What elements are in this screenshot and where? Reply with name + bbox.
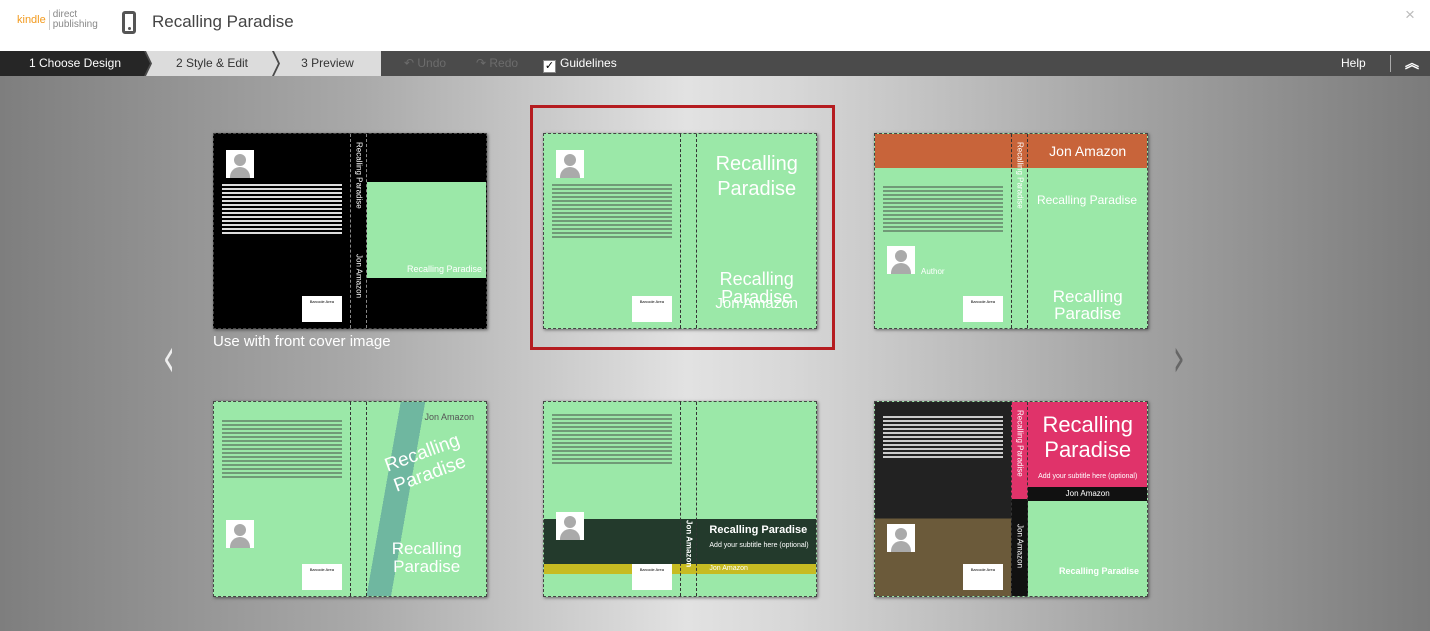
- design-gallery: ‹ › Barcode Area Recalling Paradise Jon A…: [0, 76, 1430, 631]
- front-cover: Recalling Paradise Recalling Paradise Jo…: [697, 134, 816, 328]
- cover-design-4[interactable]: Barcode Area Recalling Paradise Recallin…: [213, 401, 487, 597]
- redo-icon: ↷: [476, 56, 490, 70]
- front-author: Jon Amazon: [424, 412, 474, 422]
- back-cover: Barcode Area: [875, 402, 1011, 596]
- cover-design-1[interactable]: Barcode Area Recalling Paradise Jon Amazo…: [213, 133, 487, 329]
- spine: Jon Amazon: [679, 402, 698, 596]
- cover-design-3[interactable]: Author Barcode Area Recalling Paradise J…: [874, 133, 1148, 329]
- back-cover: Barcode Area: [214, 402, 350, 596]
- guidelines-checkbox[interactable]: ✓ Guidelines: [543, 51, 617, 76]
- back-text: [222, 418, 342, 480]
- back-cover: Barcode Area: [544, 402, 680, 596]
- checkbox-checked-icon: ✓: [543, 60, 556, 73]
- undo-button[interactable]: ↶ Undo: [404, 51, 446, 76]
- close-icon[interactable]: ×: [1405, 5, 1415, 25]
- prev-arrow-icon[interactable]: ‹: [163, 326, 175, 389]
- step-style-edit[interactable]: 2 Style & Edit: [146, 51, 278, 76]
- barcode-area: Barcode Area: [631, 564, 672, 590]
- barcode-area: Barcode Area: [962, 564, 1003, 590]
- app-header: kindle direct publishing Recalling Paradi…: [0, 0, 1430, 50]
- front-title-lower: Recalling Paradise: [1052, 287, 1123, 323]
- front-image-area: Recalling Paradise: [367, 182, 486, 278]
- spine: [349, 402, 368, 596]
- back-text: [552, 412, 672, 466]
- front-author: Jon Amazon: [709, 565, 748, 572]
- front-author: Jon Amazon: [1065, 489, 1110, 498]
- front-subtitle: Add your subtitle here (optional): [709, 542, 809, 549]
- back-cover: Barcode Area: [214, 134, 350, 328]
- front-author: Jon Amazon: [1049, 143, 1127, 159]
- device-phone-icon: [122, 11, 136, 34]
- spine-title: Recalling Paradise: [1015, 142, 1025, 209]
- spine: [679, 134, 698, 328]
- back-text: [883, 414, 1003, 460]
- barcode-area: Barcode Area: [301, 296, 342, 322]
- help-link[interactable]: Help: [1341, 51, 1366, 76]
- back-text: [552, 182, 672, 240]
- spine: Recalling Paradise: [1010, 134, 1029, 328]
- author-photo-placeholder: [226, 520, 254, 548]
- spine-author: Jon Amazon: [354, 254, 364, 299]
- kdp-logo: kindle direct publishing: [17, 10, 98, 30]
- undo-label: Undo: [417, 56, 447, 70]
- front-title: Recalling Paradise: [715, 153, 798, 200]
- undo-icon: ↶: [404, 56, 418, 70]
- spine-author: Jon Amazon: [1015, 524, 1025, 569]
- guidelines-label: Guidelines: [560, 56, 617, 70]
- logo-publishing: publishing: [52, 19, 98, 30]
- front-cover: Recalling Paradise Recalling Paradise Jo…: [367, 402, 486, 596]
- step-choose-design[interactable]: 1 Choose Design: [0, 51, 150, 76]
- front-title: Recalling Paradise: [1036, 193, 1137, 207]
- cover-design-6[interactable]: Barcode Area Recalling Paradise Jon Amazo…: [874, 401, 1148, 597]
- author-photo-placeholder: [887, 524, 915, 552]
- author-photo-placeholder: [887, 246, 915, 274]
- author-photo-placeholder: [226, 150, 254, 178]
- spine: Recalling Paradise Jon Amazon: [349, 134, 368, 328]
- book-title: Recalling Paradise: [152, 12, 294, 31]
- toolbar-divider: [1390, 55, 1391, 72]
- front-cover: Recalling Paradise: [367, 134, 486, 328]
- toolbar: 1 Choose Design 2 Style & Edit 3 Preview…: [0, 51, 1430, 76]
- spine-title: Recalling Paradise: [1015, 410, 1025, 477]
- orange-band: [875, 134, 1011, 168]
- logo-kindle: kindle: [17, 14, 46, 26]
- step-preview[interactable]: 3 Preview: [274, 51, 381, 76]
- front-title: Recalling Paradise: [406, 264, 482, 274]
- spine: Recalling Paradise Jon Amazon: [1010, 402, 1029, 596]
- back-cover: Barcode Area: [544, 134, 680, 328]
- barcode-area: Barcode Area: [301, 564, 342, 590]
- collapse-chevron-up-icon[interactable]: ︽: [1405, 51, 1419, 76]
- front-title: Recalling Paradise: [382, 429, 470, 497]
- author-photo-placeholder: [556, 512, 584, 540]
- front-cover: Recalling Paradise Add your subtitle her…: [1028, 402, 1147, 596]
- spine-author: Jon Amazon: [684, 520, 694, 568]
- redo-button[interactable]: ↷ Redo: [476, 51, 518, 76]
- spine-title: Recalling Paradise: [354, 142, 364, 209]
- front-title: Recalling Paradise: [1042, 412, 1133, 462]
- front-cover: Jon Amazon Recalling Paradise Recalling …: [1028, 134, 1147, 328]
- front-author: Jon Amazon: [715, 295, 798, 312]
- design-caption: Use with front cover image: [213, 333, 391, 350]
- front-title-lower: Recalling Paradise: [1058, 566, 1139, 576]
- next-arrow-icon[interactable]: ›: [1173, 326, 1185, 389]
- logo-direct-publishing: direct publishing: [48, 10, 98, 30]
- author-heading: Author: [921, 267, 945, 276]
- front-title: Recalling Paradise: [709, 524, 808, 536]
- front-subtitle: Add your subtitle here (optional): [1038, 473, 1138, 480]
- author-photo-placeholder: [556, 150, 584, 178]
- barcode-area: Barcode Area: [962, 296, 1003, 322]
- cover-design-2[interactable]: Barcode Area Recalling Paradise Recallin…: [543, 133, 817, 329]
- cover-design-5[interactable]: Barcode Area Jon Amazon Recalling Paradi…: [543, 401, 817, 597]
- barcode-area: Barcode Area: [631, 296, 672, 322]
- front-cover: Recalling Paradise Add your subtitle her…: [697, 402, 816, 596]
- redo-label: Redo: [489, 56, 519, 70]
- back-cover: Author Barcode Area: [875, 134, 1011, 328]
- front-title-lower: Recalling Paradise: [391, 539, 462, 576]
- back-text: [883, 184, 1003, 234]
- back-text: [222, 182, 342, 236]
